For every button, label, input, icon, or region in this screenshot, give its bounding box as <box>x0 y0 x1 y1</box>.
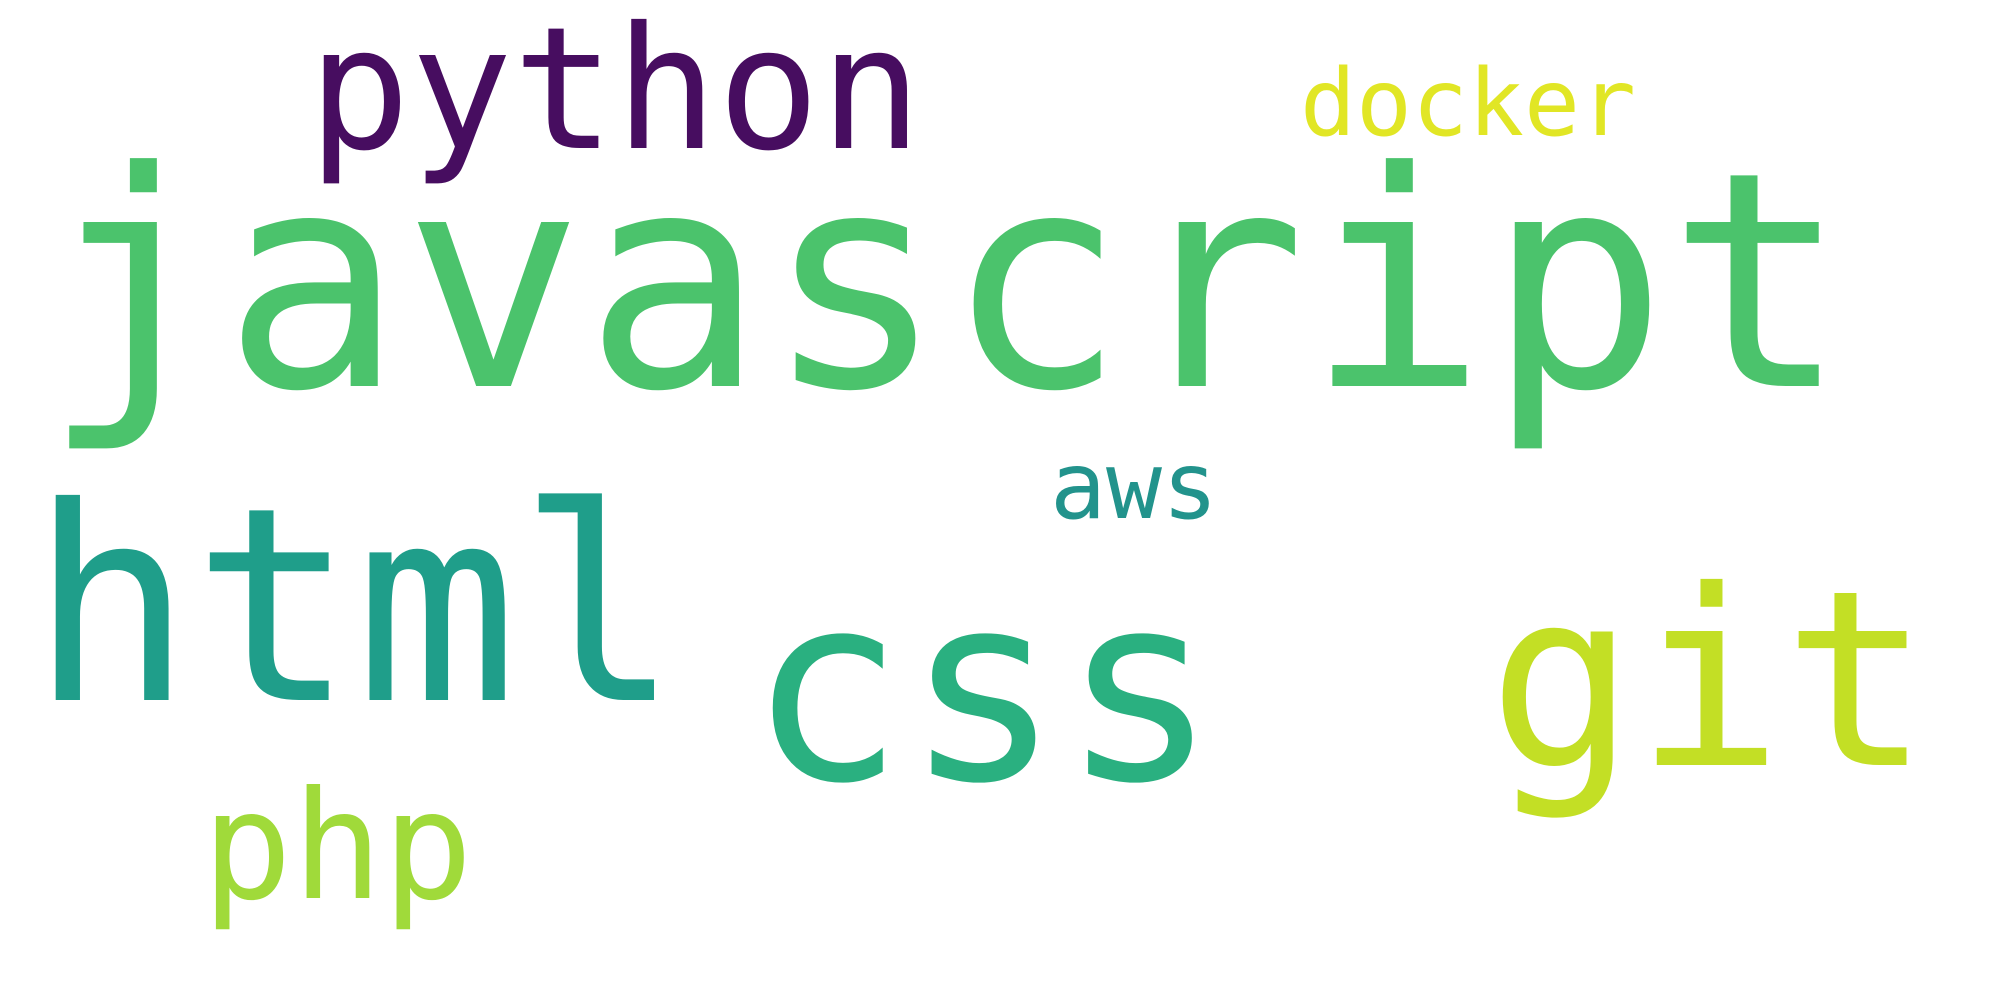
word-cloud: javascript html css git python php docke… <box>0 0 2000 1000</box>
word-docker: docker <box>1300 49 1636 157</box>
word-php: php <box>202 760 473 934</box>
word-git: git <box>1488 538 1931 823</box>
word-css: css <box>748 539 1218 841</box>
word-html: html <box>30 449 681 764</box>
word-aws: aws <box>1050 432 1218 540</box>
word-python: python <box>308 0 923 189</box>
